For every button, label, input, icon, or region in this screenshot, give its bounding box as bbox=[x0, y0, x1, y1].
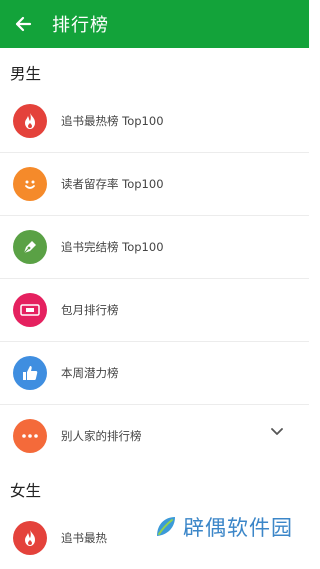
chevron-down-icon[interactable] bbox=[271, 428, 283, 436]
watermark: 辟偶软件园 bbox=[153, 512, 293, 542]
list-item-label: 追书最热 bbox=[61, 530, 107, 545]
back-button[interactable] bbox=[0, 0, 46, 48]
list-item-monthly[interactable]: 包月排行榜 bbox=[0, 278, 309, 341]
watermark-text: 辟偶软件园 bbox=[183, 516, 293, 540]
list-item-potential[interactable]: 本周潜力榜 bbox=[0, 341, 309, 404]
list-item-hottest[interactable]: 追书最热榜 Top100 bbox=[0, 89, 309, 152]
list-item-retention[interactable]: 读者留存率 Top100 bbox=[0, 152, 309, 215]
smiley-icon bbox=[13, 166, 47, 201]
flame-icon bbox=[13, 103, 47, 138]
more-dots-icon bbox=[13, 418, 47, 453]
list-item-completed[interactable]: 追书完结榜 Top100 bbox=[0, 215, 309, 278]
list-item-label: 包月排行榜 bbox=[61, 302, 119, 317]
list-item-label: 追书完结榜 Top100 bbox=[61, 239, 164, 254]
app-bar: 排行榜 bbox=[0, 0, 309, 48]
section-header-male: 男生 bbox=[10, 65, 42, 83]
leaf-logo-icon bbox=[157, 517, 175, 536]
section-header-female: 女生 bbox=[10, 482, 42, 500]
list-item-label: 读者留存率 Top100 bbox=[61, 176, 164, 191]
thumbs-up-icon bbox=[13, 355, 47, 390]
list-item-label: 本周潜力榜 bbox=[61, 365, 119, 380]
back-arrow-icon bbox=[15, 16, 32, 32]
list-item-others[interactable]: 别人家的排行榜 bbox=[0, 404, 309, 467]
page-title: 排行榜 bbox=[52, 15, 109, 36]
list-item-label: 别人家的排行榜 bbox=[61, 428, 142, 443]
ticket-icon bbox=[13, 292, 47, 327]
list-item-label: 追书最热榜 Top100 bbox=[61, 113, 164, 128]
pen-icon bbox=[13, 229, 47, 264]
flame-icon bbox=[13, 520, 47, 555]
